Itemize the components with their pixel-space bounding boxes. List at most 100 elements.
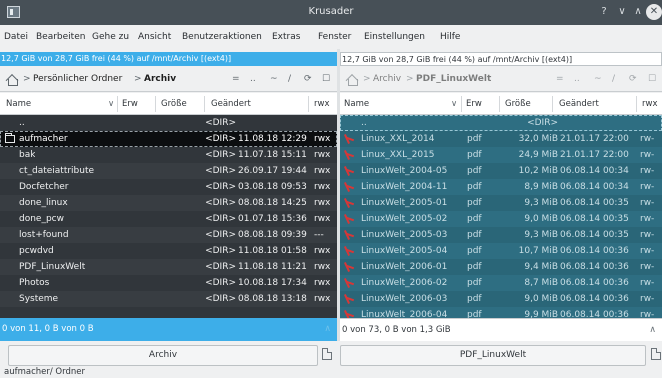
file-perms: rwx (314, 278, 331, 288)
close-button[interactable]: ✕ (646, 4, 662, 20)
file-row[interactable]: LinuxWelt_2005-02 pdf 9,0 MiB 06.08.14 00:3… (340, 211, 662, 227)
parent-dir-button[interactable]: .. (250, 74, 256, 84)
help-button[interactable]: ? (596, 4, 612, 20)
breadcrumb-separator: > (134, 74, 142, 84)
file-row[interactable]: bak <DIR> 11.07.18 15:11 rwx (0, 147, 337, 163)
file-row[interactable]: aufmacher <DIR> 11.08.18 12:29 rwx (0, 131, 337, 147)
root-dir-button[interactable]: / (288, 74, 291, 84)
home-dir-button[interactable]: ~ (594, 74, 602, 84)
sort-chevron-down-icon[interactable]: ∨ (108, 99, 114, 109)
root-dir-button[interactable]: / (612, 74, 615, 84)
file-perms: rwx (314, 262, 331, 272)
file-size: 10,7 MiB (518, 246, 558, 256)
home-dir-button[interactable]: ~ (270, 74, 278, 84)
file-perms: rwx (314, 294, 331, 304)
file-perms: rwx (314, 134, 331, 144)
column-ext[interactable]: Erw (466, 99, 482, 109)
file-row[interactable]: LinuxWelt_2006-03 pdf 9,0 MiB 06.08.14 00:3… (340, 291, 662, 307)
file-row[interactable]: lost+found <DIR> 08.08.18 09:39 --- (0, 227, 337, 243)
file-row[interactable]: LinuxWelt_2005-03 pdf 9,3 MiB 06.08.14 00:3… (340, 227, 662, 243)
file-perms: rw- (640, 310, 655, 318)
menu-hilfe[interactable]: Hilfe (440, 32, 460, 42)
file-row[interactable]: pcwdvd <DIR> 11.08.18 01:58 rwx (0, 243, 337, 259)
history-button[interactable]: = (232, 74, 240, 84)
column-size[interactable]: Größe (505, 99, 531, 109)
left-fs-info[interactable]: 12,7 GiB von 28,7 GiB frei (44 %) auf /m… (0, 52, 337, 66)
file-size: 24,9 MiB (518, 150, 558, 160)
bookmark-icon[interactable]: ☐ (648, 74, 656, 84)
file-size: 9,0 MiB (524, 214, 558, 224)
column-modified[interactable]: Geändert (211, 99, 251, 109)
left-path-button[interactable]: Archiv (8, 345, 318, 366)
breadcrumb-current[interactable]: Archiv (144, 74, 176, 84)
pdf-icon (345, 134, 354, 144)
file-perms: rw- (640, 278, 655, 288)
left-panel: 12,7 GiB von 28,7 GiB frei (44 %) auf /m… (0, 49, 337, 341)
file-row[interactable]: LinuxWelt_2006-02 pdf 8,7 MiB 06.08.14 00:3… (340, 275, 662, 291)
file-perms: rw- (640, 214, 655, 224)
file-name: LinuxWelt_2005-02 (361, 214, 448, 224)
file-row[interactable]: LinuxWelt_2006-04 pdf 9,9 MiB 06.08.14 00:3… (340, 307, 662, 318)
menu-ansicht[interactable]: Ansicht (138, 32, 171, 42)
file-row[interactable]: Photos <DIR> 10.08.18 17:34 rwx (0, 275, 337, 291)
file-row[interactable]: LinuxWelt_2006-01 pdf 9,4 MiB 06.08.14 00:3… (340, 259, 662, 275)
chevron-up-icon[interactable]: ∧ (324, 318, 331, 341)
history-button[interactable]: = (556, 74, 564, 84)
file-name: Photos (19, 278, 50, 288)
maximize-button[interactable]: ∧ (630, 4, 646, 20)
column-name[interactable]: Name (6, 99, 31, 109)
file-row[interactable]: done_pcw <DIR> 01.07.18 15:36 rwx (0, 211, 337, 227)
breadcrumb-current[interactable]: PDF_LinuxWelt (416, 74, 491, 84)
left-file-list[interactable]: .. <DIR> aufmacher <DIR> 11.08.18 12:29 rwx ba… (0, 115, 337, 318)
menu-gehe-zu[interactable]: Gehe zu (92, 32, 129, 42)
refresh-icon[interactable]: ⟳ (629, 74, 637, 84)
right-file-list[interactable]: .. <DIR> Linux_XXL_2014 pdf 32,0 MiB 21.01.17… (340, 115, 662, 318)
menu-datei[interactable]: Datei (4, 32, 28, 42)
column-ext[interactable]: Erw (122, 99, 138, 109)
file-row[interactable]: LinuxWelt_2005-01 pdf 9,3 MiB 06.08.14 00:3… (340, 195, 662, 211)
file-row[interactable]: PDF_LinuxWelt <DIR> 11.08.18 11:21 rwx (0, 259, 337, 275)
file-row[interactable]: LinuxWelt_2004-05 pdf 10,2 MiB 06.08.14 00:… (340, 163, 662, 179)
file-name: LinuxWelt_2006-04 (361, 310, 448, 318)
column-size[interactable]: Größe (161, 99, 187, 109)
file-name: LinuxWelt_2006-03 (361, 294, 448, 304)
home-icon[interactable] (346, 74, 358, 86)
file-row[interactable]: ct_dateiattribute <DIR> 26.09.17 19:44 rwx (0, 163, 337, 179)
file-row[interactable]: LinuxWelt_2005-04 pdf 10,7 MiB 06.08.14 00:… (340, 243, 662, 259)
menu-bearbeiten[interactable]: Bearbeiten (36, 32, 85, 42)
file-date: 11.08.18 01:58 (238, 246, 307, 256)
file-row[interactable]: Linux_XXL_2014 pdf 32,0 MiB 21.01.17 22:00 r… (340, 131, 662, 147)
menu-benutzeraktionen[interactable]: Benutzeraktionen (182, 32, 262, 42)
chevron-up-icon[interactable]: ∧ (649, 319, 656, 342)
breadcrumb-parent[interactable]: Archiv (373, 74, 401, 84)
sync-browse-icon[interactable] (651, 348, 661, 360)
parent-dir-button[interactable]: .. (574, 74, 580, 84)
breadcrumb-separator: > (363, 74, 371, 84)
bookmark-icon[interactable]: ☐ (322, 74, 330, 84)
home-icon[interactable] (6, 74, 18, 86)
file-row[interactable]: .. <DIR> (0, 115, 337, 131)
file-row[interactable]: done_linux <DIR> 08.08.18 14:25 rwx (0, 195, 337, 211)
column-perms[interactable]: rwx (642, 99, 657, 109)
sort-chevron-down-icon[interactable]: ∨ (451, 99, 457, 109)
file-name: .. (361, 118, 367, 128)
file-row[interactable]: Linux_XXL_2015 pdf 24,9 MiB 21.01.17 22:00 r… (340, 147, 662, 163)
menu-extras[interactable]: Extras (272, 32, 300, 42)
right-fs-info[interactable]: 12,7 GiB von 28,7 GiB frei (44 %) auf /m… (340, 52, 662, 66)
file-row[interactable]: .. <DIR> (340, 115, 662, 131)
file-date: 06.08.14 00:35 (560, 214, 629, 224)
file-perms: rwx (314, 166, 331, 176)
refresh-icon[interactable]: ⟳ (304, 74, 312, 84)
file-row[interactable]: Systeme <DIR> 08.08.18 13:18 rwx (0, 291, 337, 307)
column-modified[interactable]: Geändert (559, 99, 599, 109)
file-row[interactable]: LinuxWelt_2004-11 pdf 8,9 MiB 06.08.14 00:3… (340, 179, 662, 195)
sync-browse-icon[interactable] (322, 348, 332, 360)
breadcrumb-home-folder[interactable]: Persönlicher Ordner (33, 74, 122, 84)
column-perms[interactable]: rwx (314, 99, 329, 109)
minimize-button[interactable]: ∨ (614, 4, 630, 20)
column-name[interactable]: Name (344, 99, 369, 109)
right-path-button[interactable]: PDF_LinuxWelt (340, 345, 646, 366)
file-row[interactable]: Docfetcher <DIR> 03.08.18 09:53 rwx (0, 179, 337, 195)
menu-einstellungen[interactable]: Einstellungen (364, 32, 425, 42)
menu-fenster[interactable]: Fenster (318, 32, 351, 42)
